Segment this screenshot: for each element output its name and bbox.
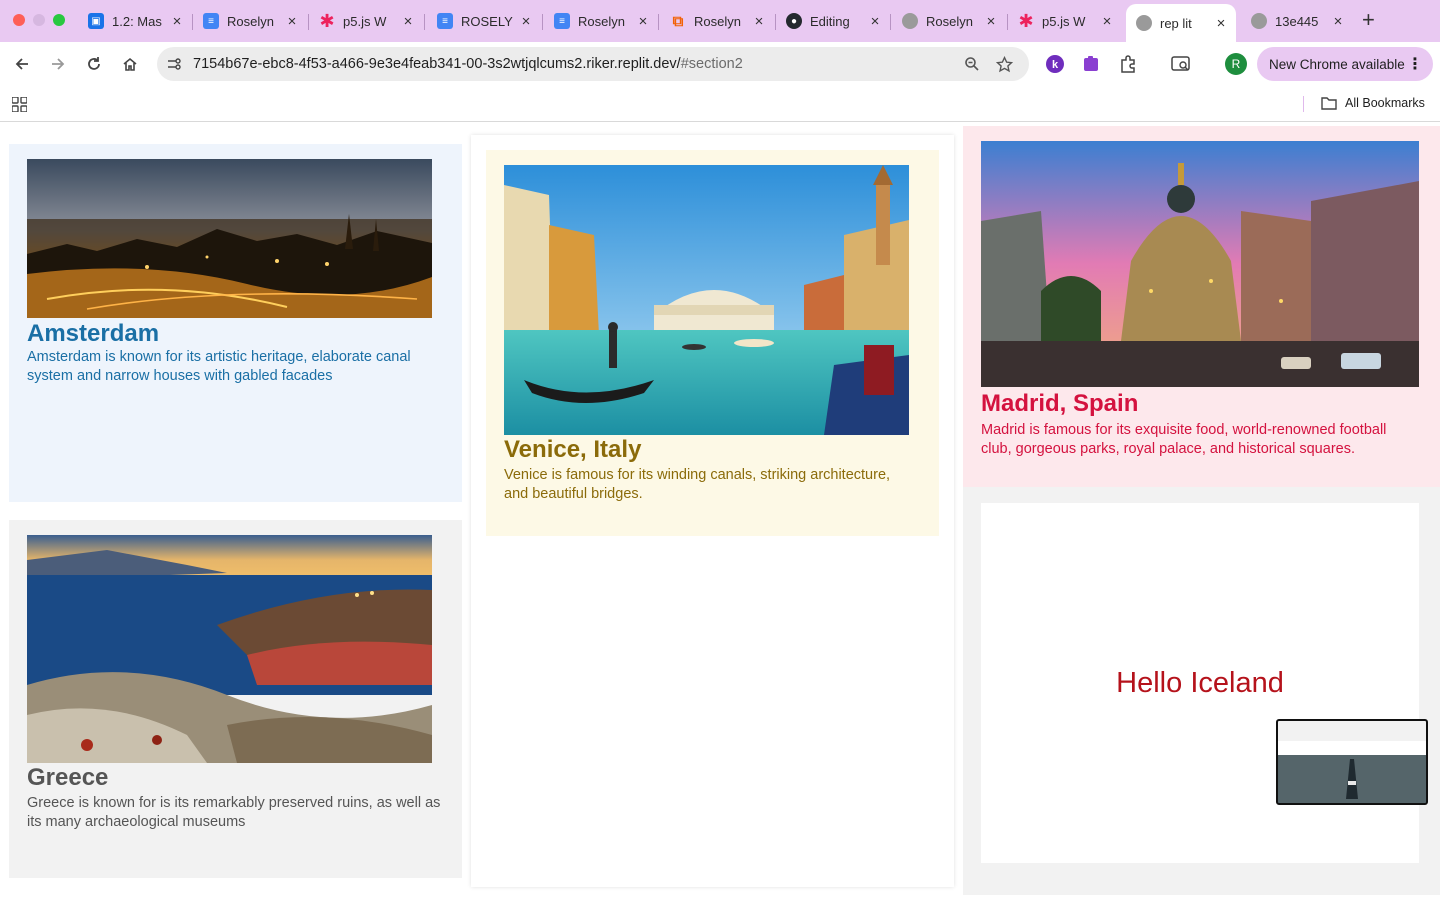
new-tab-button[interactable]: + bbox=[1362, 8, 1375, 32]
close-tab-icon[interactable]: × bbox=[1214, 15, 1228, 32]
tab-title: Roselyn bbox=[926, 13, 973, 29]
tab-title: Roselyn bbox=[578, 13, 625, 29]
svg-text:k: k bbox=[1052, 59, 1059, 71]
tab-title: 13e445 bbox=[1275, 13, 1319, 29]
madrid-title: Madrid, Spain bbox=[981, 390, 1139, 417]
picture-in-picture-window[interactable] bbox=[1276, 719, 1428, 805]
tab-title: 1.2: Mas bbox=[112, 13, 162, 29]
globe-icon bbox=[1251, 13, 1267, 29]
close-tab-icon[interactable]: × bbox=[984, 13, 998, 30]
tab-11[interactable]: 13e445 × bbox=[1241, 6, 1353, 36]
address-bar[interactable]: 7154b67e-ebc8-4f53-a466-9e3e4feab341-00-… bbox=[157, 47, 1029, 81]
forward-arrow-icon bbox=[52, 58, 65, 70]
p5js-icon: ✱ bbox=[1018, 10, 1034, 31]
bookmark-star-icon[interactable] bbox=[995, 55, 1013, 73]
globe-icon bbox=[1136, 15, 1152, 31]
tab-4[interactable]: ≡ ROSELY × bbox=[427, 6, 541, 36]
tab-title: rep lit bbox=[1160, 15, 1192, 31]
docs-icon: ≡ bbox=[437, 13, 453, 29]
greece-photo bbox=[27, 535, 432, 763]
tab-title: p5.js W bbox=[343, 13, 387, 29]
card-amsterdam: Amsterdam Amsterdam is known for its art… bbox=[9, 144, 462, 502]
bookmarks-bar: All Bookmarks bbox=[0, 87, 1440, 122]
home-button[interactable] bbox=[117, 51, 143, 77]
url-main: 7154b67e-ebc8-4f53-a466-9e3e4feab341-00-… bbox=[193, 56, 681, 72]
tab-active[interactable]: rep lit × bbox=[1126, 4, 1236, 42]
replit-icon: ⧉ bbox=[672, 12, 684, 30]
forward-button[interactable] bbox=[45, 51, 71, 77]
folder-icon bbox=[1321, 97, 1337, 110]
kami-extension-icon[interactable]: k bbox=[1044, 53, 1066, 75]
tab-search-icon[interactable] bbox=[1170, 53, 1192, 75]
github-icon: ● bbox=[786, 13, 802, 29]
home-icon bbox=[123, 57, 137, 71]
tab-9[interactable]: ✱ p5.js W × bbox=[1008, 6, 1122, 36]
greece-title: Greece bbox=[27, 764, 109, 791]
menu-dots-icon[interactable]: ⋮ bbox=[1407, 54, 1423, 74]
venice-photo bbox=[504, 165, 909, 435]
close-tab-icon[interactable]: × bbox=[1100, 13, 1114, 30]
tab-7[interactable]: ● Editing × bbox=[776, 6, 890, 36]
docs-icon: ≡ bbox=[554, 13, 570, 29]
tab-3[interactable]: ✱ p5.js W × bbox=[309, 6, 423, 36]
card-greece: Greece Greece is known for is its remark… bbox=[9, 520, 462, 878]
apps-grid-icon[interactable] bbox=[12, 97, 27, 112]
card-iceland: Hello Iceland bbox=[981, 503, 1419, 863]
close-tab-icon[interactable]: × bbox=[1331, 13, 1345, 30]
puzzle-extension-icon[interactable] bbox=[1080, 53, 1102, 75]
tab-title: p5.js W bbox=[1042, 13, 1086, 29]
madrid-photo bbox=[981, 141, 1419, 387]
tab-5[interactable]: ≡ Roselyn × bbox=[544, 6, 658, 36]
update-label: New Chrome available bbox=[1269, 56, 1405, 72]
site-settings-icon[interactable] bbox=[165, 55, 183, 73]
venice-description: Venice is famous for its winding canals,… bbox=[504, 467, 891, 502]
extensions-icon[interactable] bbox=[1117, 53, 1139, 75]
tab-title: Roselyn bbox=[227, 13, 274, 29]
amsterdam-title: Amsterdam bbox=[27, 320, 160, 347]
tab-2[interactable]: ≡ Roselyn × bbox=[193, 6, 307, 36]
reload-button[interactable] bbox=[81, 51, 107, 77]
tab-title: Roselyn bbox=[694, 13, 741, 29]
close-tab-icon[interactable]: × bbox=[636, 13, 650, 30]
tab-1[interactable]: ▣ 1.2: Mas × bbox=[78, 6, 192, 36]
globe-icon bbox=[902, 13, 918, 29]
close-window-button[interactable] bbox=[13, 14, 25, 26]
fullscreen-window-button[interactable] bbox=[53, 14, 65, 26]
close-tab-icon[interactable]: × bbox=[170, 13, 184, 30]
greece-description: Greece is known for is its remarkably pr… bbox=[27, 795, 441, 830]
all-bookmarks-label: All Bookmarks bbox=[1345, 96, 1425, 110]
madrid-description: Madrid is famous for its exquisite food,… bbox=[981, 422, 1387, 457]
url-hash: #section2 bbox=[680, 56, 743, 72]
minimize-window-button[interactable] bbox=[33, 14, 45, 26]
card-venice: Venice, Italy Venice is famous for its w… bbox=[486, 150, 939, 536]
hello-iceland-text: Hello Iceland bbox=[1116, 667, 1284, 699]
close-tab-icon[interactable]: × bbox=[868, 13, 882, 30]
docs-icon: ≡ bbox=[203, 13, 219, 29]
all-bookmarks-button[interactable]: All Bookmarks bbox=[1321, 96, 1425, 110]
profile-avatar[interactable]: R bbox=[1225, 53, 1247, 75]
url-text: 7154b67e-ebc8-4f53-a466-9e3e4feab341-00-… bbox=[193, 56, 743, 72]
tab-6[interactable]: ⧉ Roselyn × bbox=[660, 6, 774, 36]
back-arrow-icon bbox=[15, 58, 28, 70]
venice-title: Venice, Italy bbox=[504, 436, 642, 463]
new-chrome-available-button[interactable]: New Chrome available ⋮ bbox=[1257, 47, 1433, 81]
classroom-icon: ▣ bbox=[88, 13, 104, 29]
card-madrid: Madrid, Spain Madrid is famous for its e… bbox=[963, 126, 1440, 487]
browser-toolbar: 7154b67e-ebc8-4f53-a466-9e3e4feab341-00-… bbox=[0, 42, 1440, 87]
reload-icon bbox=[88, 57, 100, 70]
close-tab-icon[interactable]: × bbox=[519, 13, 533, 30]
back-button[interactable] bbox=[9, 51, 35, 77]
close-tab-icon[interactable]: × bbox=[401, 13, 415, 30]
tab-title: ROSELY bbox=[461, 13, 513, 29]
amsterdam-description: Amsterdam is known for its artistic heri… bbox=[27, 349, 411, 384]
page-content: Amsterdam Amsterdam is known for its art… bbox=[0, 122, 1440, 900]
tab-8[interactable]: Roselyn × bbox=[892, 6, 1006, 36]
tab-strip: ▣ 1.2: Mas × ≡ Roselyn × ✱ p5.js W × ≡ R… bbox=[0, 0, 1440, 42]
p5js-icon: ✱ bbox=[319, 10, 335, 31]
zoom-icon[interactable] bbox=[963, 55, 981, 73]
amsterdam-photo bbox=[27, 159, 432, 318]
tab-title: Editing bbox=[810, 13, 850, 29]
close-tab-icon[interactable]: × bbox=[285, 13, 299, 30]
close-tab-icon[interactable]: × bbox=[752, 13, 766, 30]
